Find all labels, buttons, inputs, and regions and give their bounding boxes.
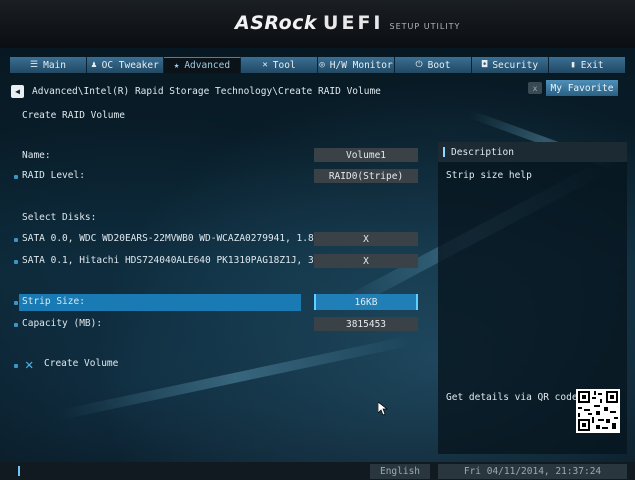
my-favorite-button[interactable]: My Favorite (546, 80, 618, 96)
name-field[interactable]: Volume1 (314, 148, 418, 162)
strip-size-label: Strip Size: (22, 296, 85, 307)
tab-label: Security (492, 59, 539, 71)
tab-label: Boot (427, 59, 451, 71)
tab-boot[interactable]: ⏻ Boot (395, 57, 472, 73)
shield-icon: ◘ (481, 60, 488, 70)
select-disks-label: Select Disks: (22, 212, 97, 223)
capacity-label: Capacity (MB): (22, 318, 103, 329)
brand-logo: ASRock UEFI SETUP UTILITY (235, 12, 460, 34)
datetime-display: Fri 04/11/2014, 21:37:24 (438, 464, 627, 479)
page-title: Create RAID Volume (22, 110, 125, 121)
power-icon: ⏻ (415, 60, 423, 70)
tab-main[interactable]: ☰ Main (10, 57, 87, 73)
mouse-cursor-icon (378, 402, 388, 416)
disk0-toggle[interactable]: X (314, 232, 418, 246)
tab-label: H/W Monitor (329, 59, 393, 71)
tab-advanced[interactable]: ★ Advanced (164, 57, 241, 73)
brand-name: ASRock (235, 12, 318, 34)
tab-security[interactable]: ◘ Security (472, 57, 549, 73)
brand-uefi: UEFI (323, 12, 384, 34)
item-marker (14, 301, 18, 305)
raid-level-select[interactable]: RAID0(Stripe) (314, 169, 418, 183)
disk1-toggle[interactable]: X (314, 254, 418, 268)
disk1-label: SATA 0.1, Hitachi HDS724040ALE640 PK1310… (22, 255, 337, 266)
description-title: Description (451, 146, 514, 158)
list-icon: ☰ (30, 60, 39, 70)
strip-size-select[interactable]: 16KB (314, 294, 418, 310)
tab-hw-monitor[interactable]: ◎ H/W Monitor (318, 57, 395, 73)
description-panel: Description Strip size help Get details … (438, 142, 627, 454)
oc-icon: ♟ (91, 60, 97, 70)
item-marker (14, 260, 18, 264)
breadcrumb: Advanced\Intel(R) Rapid Storage Technolo… (32, 86, 381, 97)
description-header: Description (438, 142, 627, 162)
raid-level-label: RAID Level: (22, 170, 85, 181)
disk0-label: SATA 0.0, WDC WD20EARS-22MVWB0 WD-WCAZA0… (22, 233, 326, 244)
item-marker (14, 323, 18, 327)
description-text: Strip size help (446, 170, 532, 181)
qr-code-icon (576, 389, 620, 433)
create-volume-button[interactable]: Create Volume (44, 358, 118, 369)
tab-label: Exit (580, 59, 604, 71)
tool-icon: ✕ (262, 60, 268, 70)
header-marker (443, 147, 445, 157)
exit-icon: ▮ (570, 60, 576, 70)
star-icon: ★ (173, 60, 180, 71)
item-marker (14, 175, 18, 179)
main-tabs: ☰ Main ♟ OC Tweaker ★ Advanced ✕ Tool ◎ H/W M… (10, 57, 625, 73)
item-marker (14, 364, 18, 368)
name-label: Name: (22, 150, 51, 161)
back-arrow-icon[interactable]: ◀ (11, 85, 24, 98)
tab-tool[interactable]: ✕ Tool (241, 57, 318, 73)
footer-marker (18, 466, 20, 476)
favorite-close-button[interactable]: x (528, 82, 542, 94)
tab-exit[interactable]: ▮ Exit (549, 57, 625, 73)
tab-label: Tool (272, 59, 296, 71)
qr-label: Get details via QR code (446, 392, 578, 403)
tab-label: Advanced (184, 60, 231, 71)
tool-icon: ✕ (25, 357, 34, 373)
brand-subtitle: SETUP UTILITY (389, 22, 461, 31)
language-button[interactable]: English (370, 464, 430, 479)
tab-label: OC Tweaker (101, 59, 159, 71)
header-bar: ASRock UEFI SETUP UTILITY (0, 0, 635, 48)
item-marker (14, 238, 18, 242)
tab-label: Main (43, 59, 66, 71)
monitor-icon: ◎ (319, 60, 325, 70)
tab-oc-tweaker[interactable]: ♟ OC Tweaker (87, 57, 164, 73)
capacity-field[interactable]: 3815453 (314, 317, 418, 331)
